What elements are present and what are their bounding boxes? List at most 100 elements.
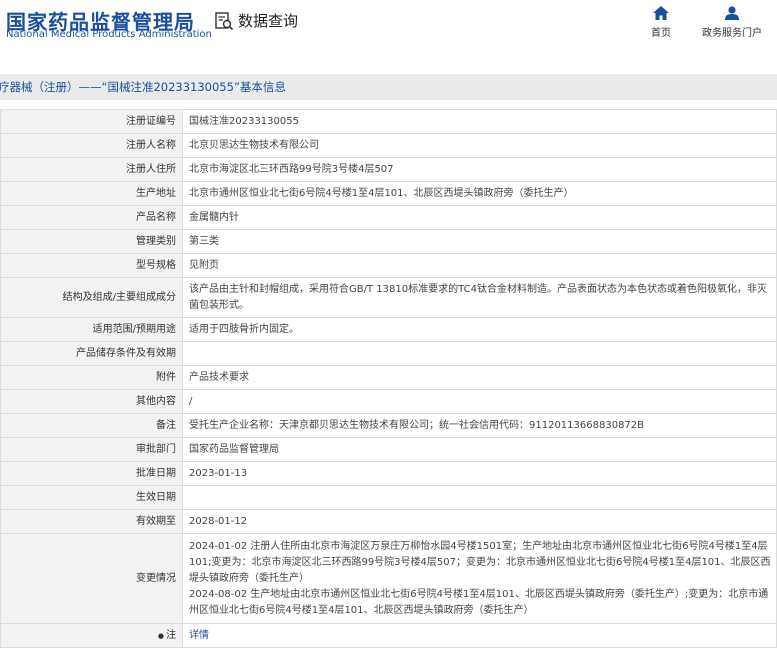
table-row: 注册人名称 北京贝思达生物技术有限公司	[0, 133, 777, 158]
row-label-text: 注	[166, 629, 176, 641]
row-value-text: 该产品由主针和封帽组成，采用符合GB/T 13810标准要求的TC4钛合金材料制…	[189, 283, 767, 311]
nav-home-label: 首页	[651, 28, 671, 39]
row-value-text: /	[189, 395, 193, 407]
row-value-text: 金属髓内针	[189, 211, 239, 223]
row-value-text: 2028-01-12	[189, 515, 248, 527]
user-icon	[725, 6, 739, 20]
row-value: 国家药品监督管理局	[182, 437, 777, 462]
row-value: 产品技术要求	[182, 365, 777, 390]
table-row: 生产地址 北京市通州区恒业北七街6号院4号楼1至4层101、北辰区西堤头镇政府旁（…	[0, 181, 777, 206]
row-value: 北京贝思达生物技术有限公司	[182, 133, 777, 158]
row-value: 该产品由主针和封帽组成，采用符合GB/T 13810标准要求的TC4钛合金材料制…	[182, 277, 777, 318]
row-label-text: 注册证编号	[126, 115, 176, 127]
table-row: 备注 受托生产企业名称：天津京都贝思达生物技术有限公司；统一社会信用代码：9112…	[0, 413, 777, 438]
row-value: 北京市通州区恒业北七街6号院4号楼1至4层101、北辰区西堤头镇政府旁（委托生产…	[182, 181, 777, 206]
row-label: 批准日期	[0, 461, 183, 486]
row-value-text: 第三类	[189, 235, 219, 247]
note-marker-icon: ●	[157, 631, 164, 640]
row-label: 生产地址	[0, 181, 183, 206]
table-row: 批准日期 2023-01-13	[0, 461, 777, 486]
row-label-text: 批准日期	[136, 467, 176, 479]
row-label-text: 有效期至	[136, 515, 176, 527]
table-row: 产品名称 金属髓内针	[0, 205, 777, 230]
row-value: 国械注准20233130055	[182, 109, 777, 134]
row-label-text: 审批部门	[136, 443, 176, 455]
row-value-text: 2024-01-02 注册人住所由北京市海淀区万泉庄万柳怡水园4号楼1501室；…	[189, 540, 771, 616]
row-label: 注册人名称	[0, 133, 183, 158]
table-row: 附件 产品技术要求	[0, 365, 777, 390]
row-value-text: 北京市海淀区北三环西路99号院3号楼4层507	[189, 163, 394, 175]
row-value: 受托生产企业名称：天津京都贝思达生物技术有限公司；统一社会信用代码：911201…	[182, 413, 777, 438]
table-row: 型号规格 见附页	[0, 253, 777, 278]
home-icon	[653, 6, 669, 20]
row-value-text: 北京市通州区恒业北七街6号院4号楼1至4层101、北辰区西堤头镇政府旁（委托生产…	[189, 187, 574, 199]
row-label-text: 变更情况	[136, 572, 176, 584]
row-value: 适用于四肢骨折内固定。	[182, 317, 777, 342]
row-label-text: 结构及组成/主要组成成分	[62, 291, 176, 303]
table-row: 注册人住所 北京市海淀区北三环西路99号院3号楼4层507	[0, 157, 777, 182]
row-value: 见附页	[182, 253, 777, 278]
row-value-text: 产品技术要求	[189, 371, 249, 383]
row-value: /	[182, 389, 777, 414]
row-label-text: 适用范围/预期用途	[92, 323, 176, 335]
table-row: 其他内容 /	[0, 389, 777, 414]
row-label-text: 其他内容	[136, 395, 176, 407]
data-query-label: 数据查询	[238, 12, 299, 30]
table-row: 产品储存条件及有效期	[0, 341, 777, 366]
row-label-text: 生效日期	[136, 491, 176, 503]
table-row: ● 注详情	[0, 623, 777, 648]
row-value-text: 受托生产企业名称：天津京都贝思达生物技术有限公司；统一社会信用代码：911201…	[189, 419, 645, 431]
breadcrumb-text: 疗器械（注册）——“国械注准20233130055”基本信息	[0, 80, 286, 94]
row-label: 附件	[0, 365, 183, 390]
table-row: 变更情况 2024-01-02 注册人住所由北京市海淀区万泉庄万柳怡水园4号楼15…	[0, 533, 777, 624]
nav-service-label: 政务服务门户	[702, 28, 762, 39]
row-value: 北京市海淀区北三环西路99号院3号楼4层507	[182, 157, 777, 182]
row-value-text: 见附页	[189, 259, 219, 271]
row-value: 第三类	[182, 229, 777, 254]
table-row: 适用范围/预期用途 适用于四肢骨折内固定。	[0, 317, 777, 342]
row-label-text: 管理类别	[136, 235, 176, 247]
table-row: 生效日期	[0, 485, 777, 510]
row-label: 产品名称	[0, 205, 183, 230]
row-label: 结构及组成/主要组成成分	[0, 277, 183, 318]
data-query-link[interactable]: 数据查询	[214, 10, 298, 31]
row-value	[182, 485, 777, 510]
row-label: 生效日期	[0, 485, 183, 510]
table-row: 注册证编号 国械注准20233130055	[0, 109, 777, 134]
row-value-text: 2023-01-13	[189, 467, 248, 479]
table-row: 结构及组成/主要组成成分 该产品由主针和封帽组成，采用符合GB/T 13810标准…	[0, 277, 777, 318]
row-label: 变更情况	[0, 533, 183, 624]
row-value: 2028-01-12	[182, 509, 777, 534]
row-value-text: 国械注准20233130055	[189, 115, 299, 127]
row-value-text: 国家药品监督管理局	[189, 443, 279, 455]
row-label: 审批部门	[0, 437, 183, 462]
nav-service-portal[interactable]: 政务服务门户	[696, 6, 768, 39]
table-row: 有效期至 2028-01-12	[0, 509, 777, 534]
row-label: 注册人住所	[0, 157, 183, 182]
row-value: 2023-01-13	[182, 461, 777, 486]
site-logo-subtitle: National Medical Products Administration	[6, 29, 212, 40]
row-label-text: 附件	[156, 371, 176, 383]
row-label-text: 注册人住所	[126, 163, 176, 175]
nav-home[interactable]: 首页	[625, 6, 697, 39]
row-label-text: 产品名称	[136, 211, 176, 223]
breadcrumb: 疗器械（注册）——“国械注准20233130055”基本信息	[0, 74, 777, 100]
row-label: 适用范围/预期用途	[0, 317, 183, 342]
document-search-icon	[215, 11, 234, 30]
row-label: ● 注	[0, 623, 183, 648]
row-label-text: 生产地址	[136, 187, 176, 199]
row-label-text: 型号规格	[136, 259, 176, 271]
row-label: 产品储存条件及有效期	[0, 341, 183, 366]
device-info-table: 注册证编号 国械注准20233130055 注册人名称 北京贝思达生物技术有限公司 注册…	[0, 109, 777, 648]
detail-link[interactable]: 详情	[189, 630, 209, 641]
row-label-text: 注册人名称	[126, 139, 176, 151]
row-value-text: 适用于四肢骨折内固定。	[189, 323, 299, 335]
row-value: 金属髓内针	[182, 205, 777, 230]
top-header: 国家药品监督管理局 National Medical Products Admi…	[0, 0, 777, 70]
row-label: 备注	[0, 413, 183, 438]
table-row: 审批部门 国家药品监督管理局	[0, 437, 777, 462]
row-label: 型号规格	[0, 253, 183, 278]
row-value: 2024-01-02 注册人住所由北京市海淀区万泉庄万柳怡水园4号楼1501室；…	[182, 533, 777, 624]
row-value: 详情	[182, 623, 777, 648]
row-label: 其他内容	[0, 389, 183, 414]
